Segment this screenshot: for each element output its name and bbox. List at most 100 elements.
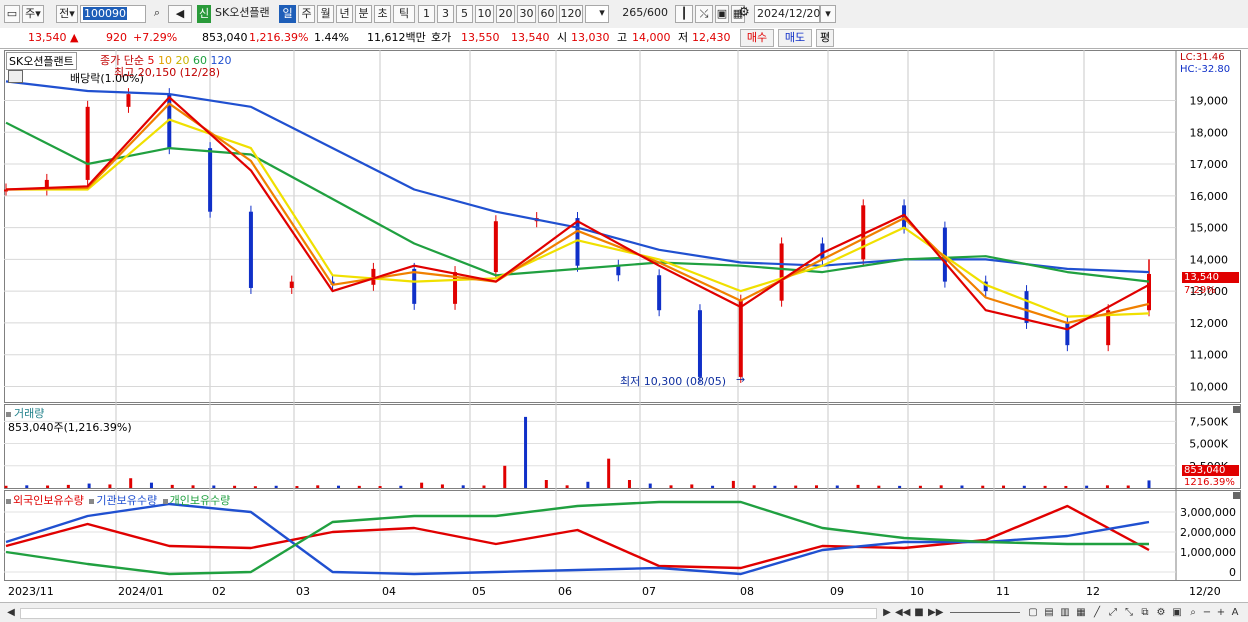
price-y-tick: 16,000 xyxy=(1190,190,1229,203)
window-icon[interactable]: ▭ xyxy=(4,5,20,23)
volume-bar xyxy=(1064,485,1068,488)
scroll-left-icon[interactable]: ◀ xyxy=(4,606,18,619)
period-minute[interactable]: 분 xyxy=(355,5,372,23)
count-total: /600 xyxy=(643,6,668,19)
volume: 853,040 xyxy=(202,31,248,44)
volume-bar xyxy=(711,485,715,488)
chart-area[interactable]: 2023/11 2024/01 02 03 04 05 06 07 08 09 10 11 12 12/2… xyxy=(4,50,1244,602)
volume-ratio: 1,216.39% xyxy=(249,31,309,44)
table-icon[interactable] xyxy=(8,70,23,83)
font-size-icon[interactable]: A xyxy=(1228,606,1242,619)
volume-bar xyxy=(191,485,195,488)
hc-label: HC:-32.80 xyxy=(1180,64,1231,75)
zoom-in-icon[interactable]: + xyxy=(1214,606,1228,619)
skip-forward-icon[interactable]: ▶▶ xyxy=(928,606,943,619)
candle-body xyxy=(289,281,294,288)
bid-price: 13,540 xyxy=(511,31,550,44)
candle-body xyxy=(697,310,702,377)
num-60[interactable]: 60 xyxy=(538,5,557,23)
stock-code-input[interactable]: 100090 xyxy=(80,5,146,23)
volume-bar xyxy=(482,485,486,488)
toolbar: ▭ 주▾ 전▾ 100090 ⌕ ◀︎ 신 SK오션플랜 일 주 월 년 분 초… xyxy=(0,0,1248,29)
volume-bar xyxy=(1043,485,1047,488)
avg-button[interactable]: 평 xyxy=(816,29,834,47)
stop-icon[interactable]: ■ xyxy=(912,606,926,619)
zoom-out-icon[interactable]: − xyxy=(1200,606,1214,619)
period-tick[interactable]: 틱 xyxy=(393,5,415,23)
zoom-slider[interactable] xyxy=(950,612,1020,613)
trade-amount: 11,612백만 xyxy=(367,31,426,44)
view-icon-4[interactable]: ▦ xyxy=(1074,606,1088,619)
num-1[interactable]: 1 xyxy=(418,5,435,23)
turnover: 1.44% xyxy=(314,31,349,44)
period-month[interactable]: 월 xyxy=(317,5,334,23)
volume-bar xyxy=(648,483,652,488)
volume-bar xyxy=(690,484,694,488)
price-change-pct: +7.29% xyxy=(133,31,178,44)
draw-line-icon[interactable]: ╱ xyxy=(1090,606,1104,619)
stock-chart[interactable]: 2023/11 2024/01 02 03 04 05 06 07 08 09 10 11 12 12/2… xyxy=(4,50,1244,602)
prev-select[interactable]: 전▾ xyxy=(56,5,78,23)
candle-body xyxy=(738,300,743,377)
volume-bar xyxy=(503,465,507,488)
chevron-down-icon[interactable]: ▾ xyxy=(595,5,609,23)
speaker-icon[interactable]: ◀︎ xyxy=(168,5,192,23)
candle-body xyxy=(1065,322,1070,346)
price-y-tick: 15,000 xyxy=(1190,222,1229,235)
menu-select[interactable]: 주▾ xyxy=(22,5,44,23)
zoom-search-icon[interactable]: ⌕ xyxy=(1186,606,1200,619)
view-icon-3[interactable]: ▥ xyxy=(1058,606,1072,619)
num-20[interactable]: 20 xyxy=(496,5,515,23)
layout-icon[interactable]: ▣ xyxy=(1170,606,1184,619)
period-second[interactable]: 초 xyxy=(374,5,391,23)
sell-button[interactable]: 매도 xyxy=(778,29,812,47)
volume-bar xyxy=(960,485,964,488)
holdings-legend: 외국인보유수량 기관보유수량 개인보유수량 xyxy=(6,492,230,508)
volume-bar xyxy=(814,485,818,488)
volume-bar xyxy=(918,485,922,488)
holdings-y-tick: 2,000,000 xyxy=(1180,526,1236,539)
period-week[interactable]: 주 xyxy=(298,5,315,23)
calendar-dropdown[interactable]: ▾ xyxy=(820,5,836,23)
candle-body xyxy=(126,94,131,107)
volume-bar xyxy=(1147,480,1151,488)
x-axis-label: 08 xyxy=(740,585,754,598)
search-icon[interactable]: ⌕ xyxy=(148,5,166,23)
period-year[interactable]: 년 xyxy=(336,5,353,23)
save-icon[interactable]: ▣ xyxy=(715,5,729,23)
copy-icon[interactable]: ⧉ xyxy=(1138,606,1152,619)
candle-body xyxy=(85,106,90,180)
period-day[interactable]: 일 xyxy=(279,5,296,23)
volume-bar xyxy=(233,485,237,488)
num-30[interactable]: 30 xyxy=(517,5,536,23)
crosshair-icon[interactable]: ⤯ xyxy=(695,5,713,23)
volume-bar xyxy=(170,484,174,488)
gear-icon[interactable]: ⚙ xyxy=(736,5,752,23)
settings-icon[interactable]: ⚙ xyxy=(1154,606,1168,619)
volume-bar xyxy=(440,484,444,488)
last-price-tag: 13,540 xyxy=(1182,272,1239,283)
view-icon-1[interactable]: ▢ xyxy=(1026,606,1040,619)
price-y-tick: 14,000 xyxy=(1190,253,1229,266)
volume-bar xyxy=(420,482,424,488)
volume-panel-frame xyxy=(4,404,1241,489)
draw-arrow-icon[interactable]: ⤢ xyxy=(1106,606,1120,619)
last-pct-tag: 7.29% xyxy=(1184,285,1216,296)
candle-type-icon[interactable]: ┃ xyxy=(675,5,693,23)
volume-y-tick: 7,500K xyxy=(1189,415,1228,428)
num-120[interactable]: 120 xyxy=(559,5,583,23)
num-10[interactable]: 10 xyxy=(475,5,494,23)
candle-body xyxy=(1024,291,1029,323)
skip-back-icon[interactable]: ◀◀ xyxy=(895,606,910,619)
horizontal-scrollbar[interactable] xyxy=(20,608,877,619)
buy-button[interactable]: 매수 xyxy=(740,29,774,47)
date-input[interactable]: 2024/12/20 xyxy=(754,5,820,23)
volume-bar xyxy=(25,485,29,488)
num-5[interactable]: 5 xyxy=(456,5,473,23)
low-arrow-icon: → xyxy=(736,373,745,386)
view-icon-2[interactable]: ▤ xyxy=(1042,606,1056,619)
draw-tool-icon[interactable]: ⤡ xyxy=(1122,606,1136,619)
volume-bar xyxy=(274,485,278,488)
num-3[interactable]: 3 xyxy=(437,5,454,23)
scroll-right-icon[interactable]: ▶ xyxy=(880,606,894,619)
